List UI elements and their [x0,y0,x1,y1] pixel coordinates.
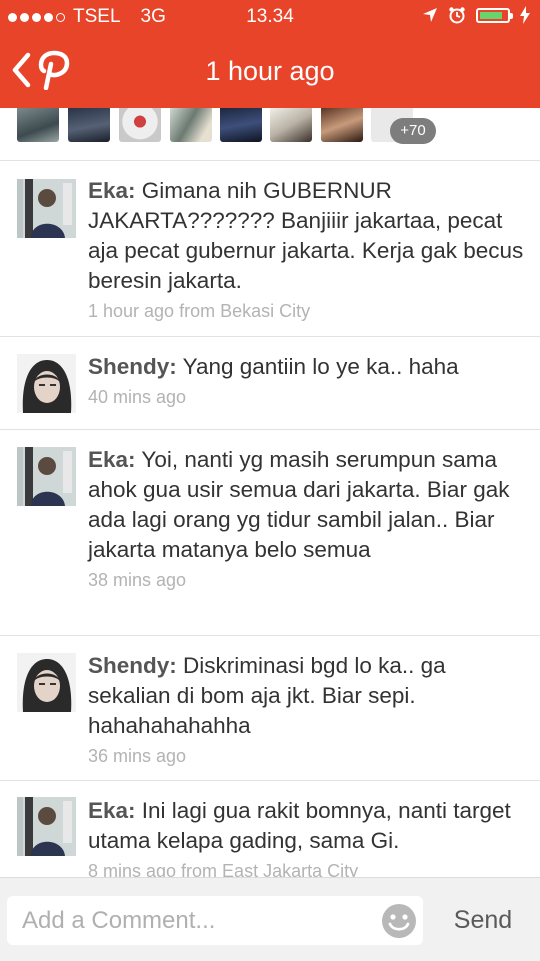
more-participants-badge[interactable]: +70 [390,118,436,144]
comment-body: Eka: Gimana nih GUBERNUR JAKARTA??????? … [88,176,528,322]
page-title: 1 hour ago [205,56,335,86]
participant-avatar[interactable] [321,108,363,142]
send-button[interactable]: Send [438,896,528,945]
comment-meta: 40 mins ago [88,387,187,407]
participant-avatar[interactable] [270,108,312,142]
avatar[interactable] [17,179,76,238]
comment-feed[interactable]: Eka: Gimana nih GUBERNUR JAKARTA??????? … [0,161,540,877]
location-arrow-icon [423,8,437,22]
smiley-icon [382,904,416,938]
comment-item: Eka: Ini lagi gua rakit bomnya, nanti ta… [0,781,540,877]
status-bar: TSEL 3G 13.34 [0,0,540,34]
comment-message: Yang gantiin lo ye ka.. haha [182,354,459,379]
comment-body: Shendy: Yang gantiin lo ye ka.. haha 40 … [88,352,528,408]
comment-text: Shendy: Diskriminasi bgd lo ka.. ga seka… [88,651,528,741]
comment-author[interactable]: Shendy: [88,653,177,678]
avatar[interactable] [17,447,76,506]
avatar[interactable] [17,653,76,712]
participant-avatar-strip[interactable]: +70 [0,108,540,161]
battery-icon [476,7,513,23]
participant-avatar[interactable] [119,108,161,142]
comment-author[interactable]: Eka: [88,178,136,203]
participant-avatar[interactable] [68,108,110,142]
avatar[interactable] [17,354,76,413]
status-right [422,6,530,24]
comment-message: Ini lagi gua rakit bomnya, nanti target … [88,798,511,853]
participant-avatar[interactable] [17,108,59,142]
comment-meta: 8 mins ago from East Jakarta City [88,861,359,877]
comment-item: Shendy: Diskriminasi bgd lo ka.. ga seka… [0,636,540,781]
comment-author[interactable]: Eka: [88,798,136,823]
comment-text: Eka: Gimana nih GUBERNUR JAKARTA??????? … [88,176,528,296]
comment-body: Eka: Yoi, nanti yg masih serumpun sama a… [88,445,528,591]
alarm-clock-icon [449,7,465,24]
comment-meta: 1 hour ago from Bekasi City [88,301,311,321]
comment-body: Eka: Ini lagi gua rakit bomnya, nanti ta… [88,796,528,877]
comment-meta: 36 mins ago [88,746,187,766]
comment-body: Shendy: Diskriminasi bgd lo ka.. ga seka… [88,651,528,767]
comment-item: Eka: Gimana nih GUBERNUR JAKARTA??????? … [0,161,540,337]
comment-composer: Send [0,877,540,961]
comment-text: Eka: Ini lagi gua rakit bomnya, nanti ta… [88,796,528,856]
comment-input[interactable] [7,896,423,945]
comment-item: Shendy: Yang gantiin lo ye ka.. haha 40 … [0,337,540,430]
comment-author[interactable]: Eka: [88,447,136,472]
emoji-button[interactable] [380,902,418,940]
comment-text: Eka: Yoi, nanti yg masih serumpun sama a… [88,445,528,565]
comment-message: Gimana nih GUBERNUR JAKARTA??????? Banji… [88,178,524,293]
comment-author[interactable]: Shendy: [88,354,177,379]
comment-message: Yoi, nanti yg masih serumpun sama ahok g… [88,447,510,562]
comment-meta: 38 mins ago [88,570,187,590]
charging-bolt-icon [520,6,530,24]
participant-avatar[interactable] [220,108,262,142]
participant-avatar[interactable] [170,108,212,142]
nav-bar: 1 hour ago [0,34,540,108]
avatar[interactable] [17,797,76,856]
comment-item: Eka: Yoi, nanti yg masih serumpun sama a… [0,430,540,636]
comment-text: Shendy: Yang gantiin lo ye ka.. haha [88,352,528,382]
